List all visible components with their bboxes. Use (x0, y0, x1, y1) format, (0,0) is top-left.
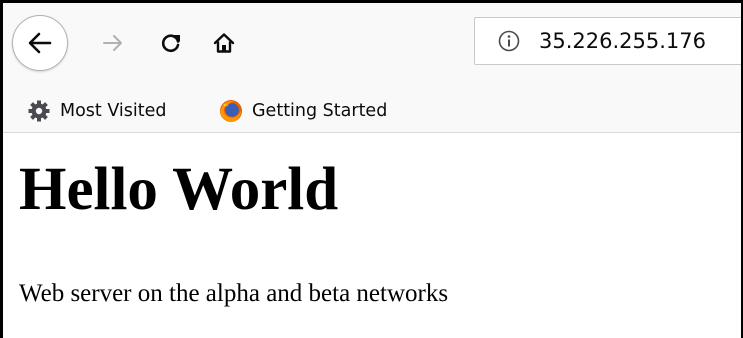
gear-icon (28, 100, 50, 121)
arrow-right-icon (103, 35, 122, 51)
forward-button[interactable] (95, 25, 131, 61)
bookmark-label: Getting Started (252, 100, 388, 121)
bookmarks-toolbar: Most Visited Getting Started (3, 89, 741, 133)
page-paragraph: Web server on the alpha and beta network… (19, 280, 449, 307)
back-button[interactable] (12, 15, 68, 71)
navigation-toolbar: 35.226.255.176 (3, 3, 741, 89)
arrow-left-icon (28, 32, 52, 54)
bookmark-label: Most Visited (60, 100, 167, 121)
page-heading: Hello World (19, 156, 339, 223)
bookmark-most-visited[interactable]: Most Visited (27, 89, 167, 132)
page-content: Hello World Web server on the alpha and … (3, 133, 741, 338)
reload-icon (161, 34, 180, 52)
browser-window: 35.226.255.176 Most Visited Getting Star… (0, 0, 743, 338)
address-bar[interactable]: 35.226.255.176 (474, 17, 741, 65)
firefox-icon (220, 99, 242, 122)
home-icon (213, 33, 235, 53)
bookmark-getting-started[interactable]: Getting Started (219, 89, 387, 132)
info-icon[interactable] (497, 29, 521, 53)
url-text[interactable]: 35.226.255.176 (539, 18, 706, 64)
home-button[interactable] (206, 25, 242, 61)
reload-button[interactable] (153, 25, 189, 61)
